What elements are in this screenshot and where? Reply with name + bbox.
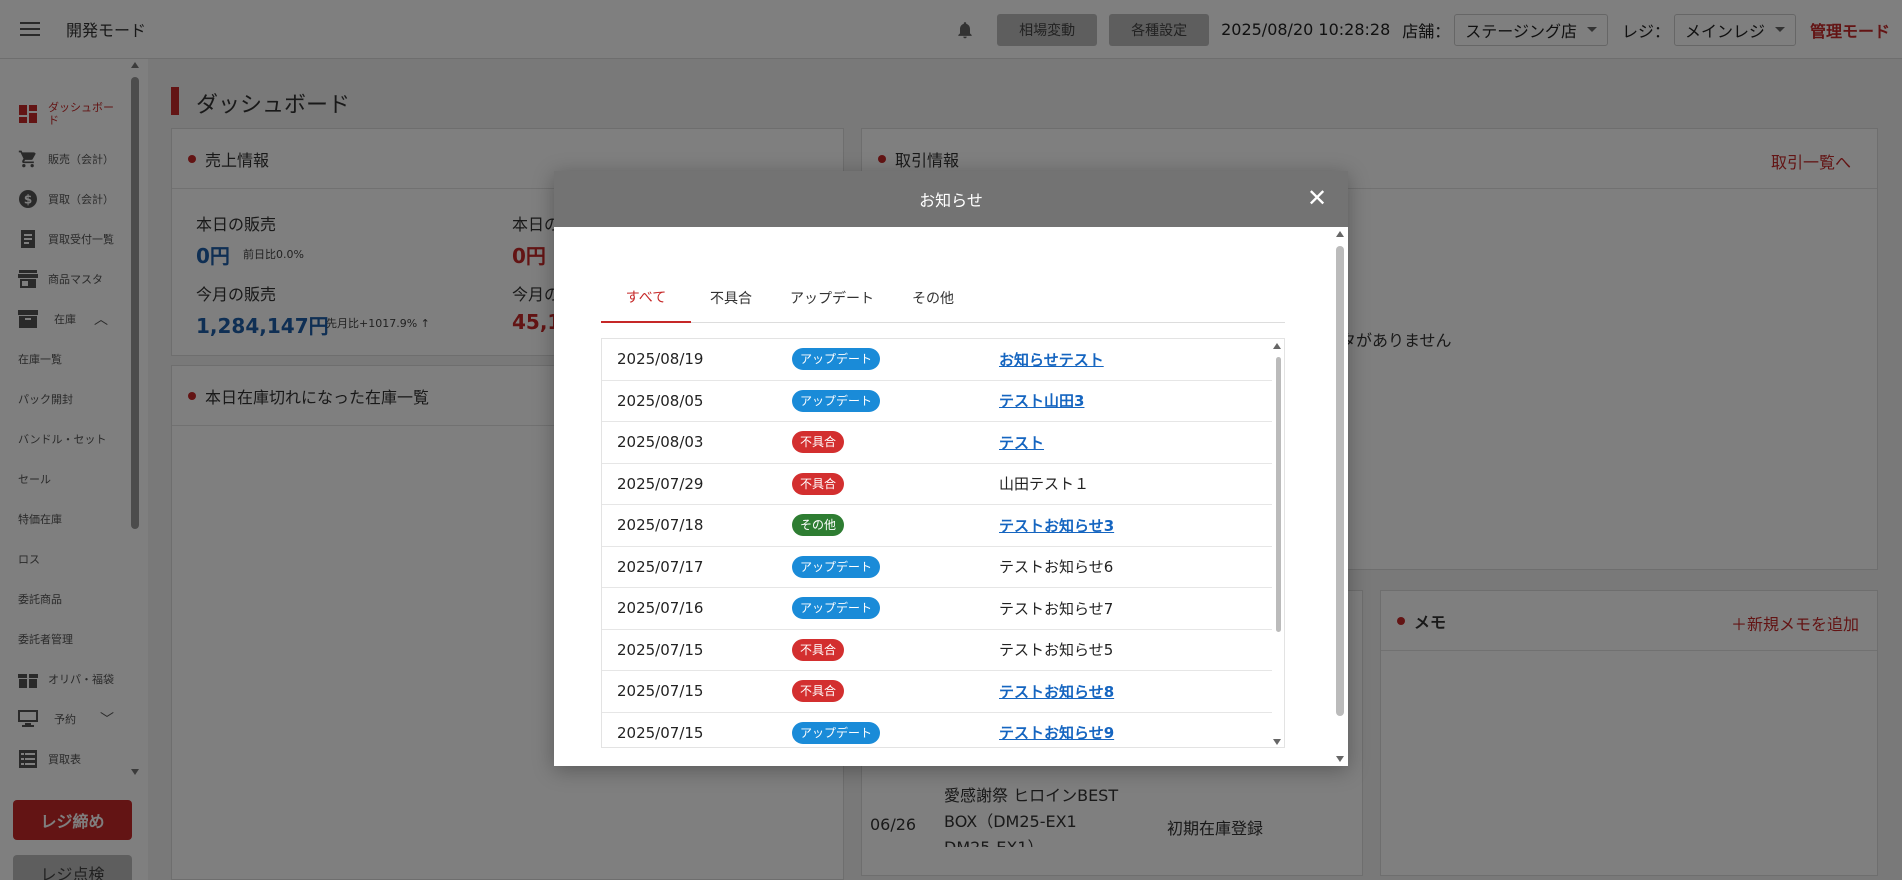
list-scroll-down-arrow[interactable] <box>1273 739 1281 745</box>
tab-other[interactable]: その他 <box>893 273 973 323</box>
notice-date: 2025/07/15 <box>617 682 704 701</box>
notice-title: 山田テスト１ <box>999 475 1090 494</box>
modal-header: お知らせ ✕ <box>554 171 1348 227</box>
category-badge: アップデート <box>792 389 881 412</box>
list-item: 2025/08/19 アップデート お知らせテスト <box>602 339 1272 381</box>
notice-date: 2025/07/15 <box>617 723 704 742</box>
notice-date: 2025/08/19 <box>617 350 704 369</box>
modal-scrollbar[interactable] <box>1336 246 1344 716</box>
notice-date: 2025/07/16 <box>617 599 704 618</box>
list-item: 2025/07/17 アップデート テストお知らせ6 <box>602 547 1272 588</box>
category-badge: その他 <box>792 514 845 537</box>
modal-scroll-up-arrow[interactable] <box>1336 231 1344 237</box>
list-item: 2025/08/03 不具合 テスト <box>602 422 1272 464</box>
tab-update[interactable]: アップデート <box>771 273 893 323</box>
notice-title: テストお知らせ5 <box>999 641 1114 660</box>
tab-all[interactable]: すべて <box>601 273 691 323</box>
list-item: 2025/07/16 アップデート テストお知らせ7 <box>602 588 1272 630</box>
notice-date: 2025/07/18 <box>617 516 704 535</box>
list-item: 2025/07/29 不具合 山田テスト１ <box>602 464 1272 505</box>
category-badge: 不具合 <box>792 638 845 661</box>
list-item: 2025/07/15 アップデート テストお知らせ9 <box>602 713 1272 748</box>
category-badge: アップデート <box>792 348 881 371</box>
notice-tabs: すべて 不具合 アップデート その他 <box>601 273 1285 323</box>
list-scrollbar[interactable] <box>1276 357 1281 632</box>
notice-title-link[interactable]: テストお知らせ3 <box>999 515 1114 536</box>
notice-title: テストお知らせ6 <box>999 558 1114 577</box>
category-badge: アップデート <box>792 555 881 578</box>
notice-date: 2025/07/15 <box>617 640 704 659</box>
modal-scroll-down-arrow[interactable] <box>1336 756 1344 762</box>
notice-date: 2025/07/29 <box>617 474 704 493</box>
close-icon[interactable]: ✕ <box>1304 185 1330 211</box>
list-item: 2025/07/15 不具合 テストお知らせ5 <box>602 630 1272 671</box>
category-badge: アップデート <box>792 597 881 620</box>
list-item: 2025/08/05 アップデート テスト山田3 <box>602 381 1272 422</box>
notice-date: 2025/08/05 <box>617 391 704 410</box>
list-item: 2025/07/18 その他 テストお知らせ3 <box>602 505 1272 547</box>
notice-title-link[interactable]: テスト <box>999 432 1044 453</box>
notice-title-link[interactable]: テストお知らせ8 <box>999 681 1114 702</box>
tab-bug[interactable]: 不具合 <box>691 273 771 323</box>
category-badge: 不具合 <box>792 680 845 703</box>
category-badge: アップデート <box>792 721 881 744</box>
notice-title-link[interactable]: テスト山田3 <box>999 390 1084 411</box>
modal-title: お知らせ <box>919 191 983 210</box>
category-badge: 不具合 <box>792 472 845 495</box>
list-item: 2025/07/15 不具合 テストお知らせ8 <box>602 671 1272 713</box>
notice-title-link[interactable]: テストお知らせ9 <box>999 722 1114 743</box>
notice-date: 2025/07/17 <box>617 557 704 576</box>
notice-title: テストお知らせ7 <box>999 599 1114 618</box>
notice-modal: お知らせ ✕ すべて 不具合 アップデート その他 2025/08/19 アップ… <box>554 171 1348 766</box>
category-badge: 不具合 <box>792 431 845 454</box>
list-scroll-up-arrow[interactable] <box>1273 343 1281 349</box>
notice-list: 2025/08/19 アップデート お知らせテスト 2025/08/05 アップ… <box>601 338 1285 748</box>
notice-title-link[interactable]: お知らせテスト <box>999 349 1104 370</box>
notice-date: 2025/08/03 <box>617 433 704 452</box>
